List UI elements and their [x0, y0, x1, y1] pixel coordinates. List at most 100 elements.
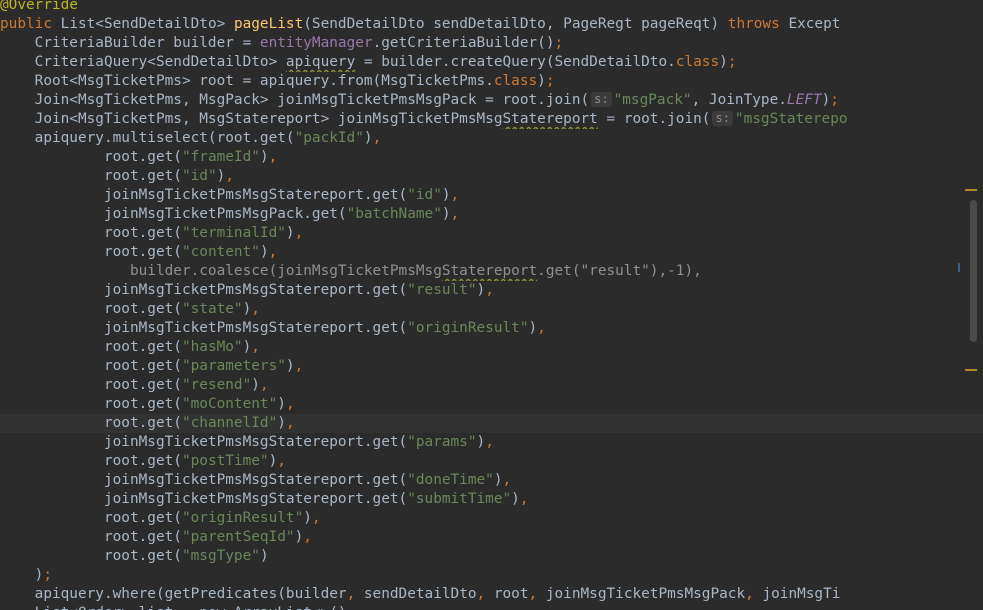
code-line[interactable]: );: [0, 566, 983, 585]
code-token: "result": [407, 282, 477, 298]
code-token: ,: [346, 586, 364, 602]
code-token: Statereport: [502, 111, 598, 127]
code-line[interactable]: joinMsgTicketPmsMsgStatereport.get("id")…: [0, 186, 983, 205]
code-lines[interactable]: @Override public List<SendDetailDto> page…: [0, 0, 983, 610]
code-line[interactable]: root.get("parentSeqId"),: [0, 528, 983, 547]
code-token: ): [441, 187, 451, 203]
code-line[interactable]: apiquery.multiselect(root.get("packId"),: [0, 129, 983, 148]
code-line[interactable]: joinMsgTicketPmsMsgPack.get("batchName")…: [0, 205, 983, 224]
code-token: ,: [251, 301, 260, 317]
code-line[interactable]: CriteriaBuilder builder = entityManager.…: [0, 34, 983, 53]
code-token: List<Order> list = new ArrayList<>(): [0, 605, 347, 610]
code-line[interactable]: root.get("content"),: [0, 243, 983, 262]
code-token: CriteriaQuery<SendDetailDto>: [0, 54, 286, 70]
code-token: (SendDetailDto sendDetailDto, PageRegt p…: [303, 16, 728, 32]
code-line[interactable]: Join<MsgTicketPms, MsgPack> joinMsgTicke…: [0, 91, 983, 110]
code-token: ,: [303, 529, 312, 545]
code-token: ,: [745, 586, 763, 602]
code-token: ,: [372, 130, 382, 146]
code-token: root.get(: [0, 168, 182, 184]
code-token: "frameId": [181, 149, 260, 165]
code-line[interactable]: joinMsgTicketPmsMsgStatereport.get("resu…: [0, 281, 983, 300]
code-token: root.get(: [0, 225, 182, 241]
code-token: ): [528, 320, 538, 336]
code-token: Except: [788, 16, 841, 32]
code-token: entityManager: [259, 35, 373, 51]
code-line[interactable]: @Override: [0, 0, 983, 15]
code-token: ;: [830, 92, 839, 108]
code-token: root.get(: [0, 358, 182, 374]
code-line[interactable]: public List<SendDetailDto> pageList(Send…: [0, 15, 983, 34]
code-token: ;: [554, 35, 564, 51]
code-token: joinMsgTicketPmsMsgStatereport.get(: [0, 434, 408, 450]
code-token: ): [285, 225, 295, 241]
code-token: "channelId": [181, 415, 278, 431]
code-line[interactable]: root.get("frameId"),: [0, 148, 983, 167]
code-token: builder.coalesce(joinMsgTicketPmsMsg: [0, 263, 442, 279]
code-line[interactable]: joinMsgTicketPmsMsgStatereport.get("done…: [0, 471, 983, 490]
code-line[interactable]: CriteriaQuery<SendDetailDto> apiquery = …: [0, 53, 983, 72]
code-token: ): [277, 396, 286, 412]
code-token: "id": [407, 187, 442, 203]
code-token: ): [216, 168, 226, 184]
code-token: "resend": [181, 377, 252, 393]
code-token: ): [0, 567, 44, 583]
code-token: @Override: [0, 0, 78, 13]
code-token: , JoinType.: [691, 92, 787, 108]
code-token: ): [242, 339, 252, 355]
info-marker[interactable]: [958, 263, 960, 272]
vertical-scrollbar-thumb[interactable]: [970, 200, 977, 342]
code-token: ,: [450, 187, 460, 203]
code-token: ,: [485, 282, 494, 298]
code-line[interactable]: joinMsgTicketPmsMsgStatereport.get("orig…: [0, 319, 983, 338]
code-token: ,: [502, 472, 512, 488]
code-token: ,: [268, 149, 278, 165]
code-token: joinMsgTicketPmsMsgStatereport.get(: [0, 282, 408, 298]
code-token: ,: [450, 206, 460, 222]
code-line[interactable]: root.get("parameters"),: [0, 357, 983, 376]
code-token: "content": [181, 244, 260, 260]
code-token: ): [537, 73, 546, 89]
code-line[interactable]: root.get("moContent"),: [0, 395, 983, 414]
code-token: root.get(: [0, 244, 182, 260]
code-line[interactable]: joinMsgTicketPmsMsgStatereport.get("para…: [0, 433, 983, 452]
code-token: .getCriteriaBuilder(): [372, 35, 555, 51]
code-token: ,: [225, 168, 234, 184]
code-token: "parentSeqId": [181, 529, 295, 545]
code-token: root.get(: [0, 301, 182, 317]
code-line[interactable]: root.get("postTime"),: [0, 452, 983, 471]
code-token: "terminalId": [181, 225, 286, 241]
warning-marker[interactable]: [965, 369, 977, 371]
code-token: "msgStaterepo: [734, 111, 848, 127]
code-token: sendDetailDto: [363, 586, 477, 602]
code-line[interactable]: joinMsgTicketPmsMsgStatereport.get("subm…: [0, 490, 983, 509]
code-token: ): [277, 415, 286, 431]
code-token: root.get(: [0, 529, 182, 545]
code-editor[interactable]: @Override public List<SendDetailDto> page…: [0, 0, 983, 610]
code-token: = root.join(: [597, 111, 711, 127]
code-line[interactable]: root.get("originResult"),: [0, 509, 983, 528]
code-token: "originResult": [407, 320, 529, 336]
parameter-hint: s:: [591, 92, 612, 107]
code-token: apiquery.where(getPredicates(builder: [0, 586, 347, 602]
code-token: List<SendDetailDto>: [60, 16, 234, 32]
code-line[interactable]: root.get("hasMo"),: [0, 338, 983, 357]
code-line[interactable]: root.get("channelId"),: [0, 414, 983, 433]
code-line[interactable]: root.get("msgType"): [0, 547, 983, 566]
code-line[interactable]: root.get("resend"),: [0, 376, 983, 395]
code-token: "id": [181, 168, 217, 184]
code-line[interactable]: root.get("id"),: [0, 167, 983, 186]
code-token: "params": [407, 434, 477, 450]
code-line[interactable]: root.get("state"),: [0, 300, 983, 319]
code-line[interactable]: Root<MsgTicketPms> root = apiquery.from(…: [0, 72, 983, 91]
code-token: ,: [285, 415, 295, 431]
code-line[interactable]: List<Order> list = new ArrayList<>(): [0, 604, 983, 610]
code-line[interactable]: root.get("terminalId"),: [0, 224, 983, 243]
warning-marker[interactable]: [965, 189, 977, 191]
code-token: ,: [519, 491, 529, 507]
code-token: ,: [294, 225, 304, 241]
code-line[interactable]: Join<MsgTicketPms, MsgStatereport> joinM…: [0, 110, 983, 129]
code-token: root.get(: [0, 453, 182, 469]
code-line[interactable]: builder.coalesce(joinMsgTicketPmsMsgStat…: [0, 262, 983, 281]
code-line[interactable]: apiquery.where(getPredicates(builder, se…: [0, 585, 983, 604]
